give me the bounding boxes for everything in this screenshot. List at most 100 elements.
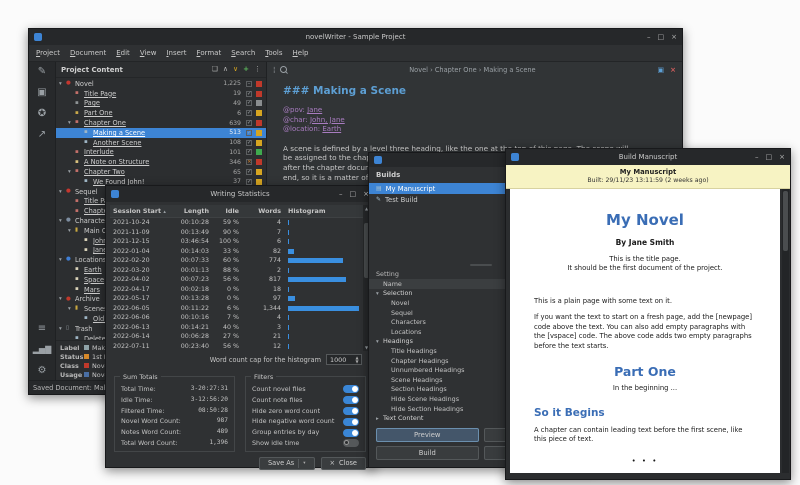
move-down-icon[interactable]: ∨ <box>233 62 238 77</box>
session-row[interactable]: 2022-04-17 00:02:18 0 % 18 <box>110 285 370 295</box>
maximize-icon[interactable]: □ <box>350 186 357 202</box>
twisty-icon[interactable]: ▾ <box>59 81 66 87</box>
tree-row[interactable]: ▾ ● Novel 1,225 <box>56 79 266 89</box>
col-words[interactable]: Words <box>244 207 286 215</box>
build-action-button[interactable]: Build <box>376 446 479 460</box>
session-row[interactable]: 2022-04-02 00:07:23 56 % 817 <box>110 275 370 285</box>
include-checkbox[interactable] <box>246 179 252 185</box>
include-checkbox[interactable] <box>246 130 252 136</box>
filter-toggle[interactable] <box>343 439 359 447</box>
close-button[interactable]: ×Close <box>321 457 367 470</box>
filter-toggle[interactable] <box>343 385 359 393</box>
session-row[interactable]: 2022-06-06 00:10:16 7 % 4 <box>110 313 370 323</box>
twisty-icon[interactable]: ▸ <box>376 416 383 422</box>
col-session-start[interactable]: Session Start ▴ <box>110 207 166 215</box>
scroll-thumb[interactable] <box>783 191 788 251</box>
settings-gear-icon[interactable]: ⚙ <box>38 366 47 376</box>
session-row[interactable]: 2022-03-20 00:01:13 88 % 2 <box>110 266 370 276</box>
tree-row[interactable]: ▪ Title Page 19 <box>56 89 266 99</box>
menu-item[interactable]: Edit <box>111 45 135 61</box>
close-icon[interactable]: × <box>363 186 369 202</box>
menu-item[interactable]: Insert <box>161 45 191 61</box>
twisty-icon[interactable]: ▾ <box>68 306 75 312</box>
include-checkbox[interactable] <box>246 140 252 146</box>
col-idle[interactable]: Idle <box>214 207 244 215</box>
twisty-icon[interactable]: ▾ <box>59 296 66 302</box>
quick-links-icon[interactable]: ❏ <box>212 62 218 77</box>
tree-row[interactable]: ▪ A Note on Structure 346 <box>56 157 266 167</box>
spinner-arrows-icon[interactable]: ▲▼ <box>353 356 361 364</box>
col-length[interactable]: Length <box>166 207 214 215</box>
editor-close-icon[interactable]: × <box>670 66 676 74</box>
filter-toggle[interactable] <box>343 418 359 426</box>
dropdown-arrow-icon[interactable]: ▾ <box>298 459 305 468</box>
tree-row[interactable]: ▪ Part One 6 <box>56 108 266 118</box>
include-checkbox[interactable] <box>246 81 252 87</box>
focus-mode-icon[interactable]: ▣ <box>658 66 665 74</box>
session-row[interactable]: 2022-06-05 00:11:22 6 % 1,344 <box>110 304 370 314</box>
tree-row[interactable]: ▪ Making a Scene 513 <box>56 128 266 138</box>
outline-icon[interactable]: ≡ <box>38 324 46 334</box>
tree-row[interactable]: ▪ Interlude 101 <box>56 148 266 158</box>
kebab-menu-icon[interactable]: ⋮ <box>254 62 261 77</box>
main-titlebar[interactable]: novelWriter - Sample Project – □ × <box>29 29 682 45</box>
save-as-button[interactable]: Save As▾ <box>259 457 315 470</box>
minimize-icon[interactable]: – <box>755 149 759 165</box>
editor-drag-handle[interactable]: ¦ <box>273 66 275 74</box>
maximize-icon[interactable]: □ <box>766 149 773 165</box>
menu-item[interactable]: Help <box>288 45 314 61</box>
tree-row[interactable]: ▪ Page 49 <box>56 99 266 109</box>
splitter-handle[interactable] <box>470 264 492 266</box>
twisty-icon[interactable]: ▾ <box>68 169 75 175</box>
twisty-icon[interactable]: ▾ <box>59 218 66 224</box>
preview-scrollbar[interactable] <box>782 189 789 473</box>
session-row[interactable]: 2022-02-20 00:07:33 60 % 774 <box>110 256 370 266</box>
meta-value-link[interactable]: Earth <box>322 125 341 133</box>
stats-titlebar[interactable]: Writing Statistics – □ × <box>106 186 374 202</box>
meta-value-link[interactable]: John, Jane <box>310 116 345 124</box>
filter-toggle[interactable] <box>343 396 359 404</box>
session-row[interactable]: 2021-11-09 00:13:49 90 % 7 <box>110 228 370 238</box>
col-histogram[interactable]: Histogram <box>286 207 362 215</box>
include-checkbox[interactable] <box>246 100 252 106</box>
twisty-icon[interactable]: ▾ <box>59 189 66 195</box>
novel-view-icon[interactable]: ✪ <box>38 109 46 119</box>
menu-item[interactable]: Project <box>31 45 65 61</box>
session-row[interactable]: 2022-06-13 00:14:21 40 % 3 <box>110 323 370 333</box>
menu-item[interactable]: Tools <box>260 45 287 61</box>
tree-row[interactable]: ▪ Another Scene 108 <box>56 138 266 148</box>
session-row[interactable]: 2022-06-14 00:06:28 27 % 21 <box>110 332 370 342</box>
meta-value-link[interactable]: Jane <box>307 106 322 114</box>
search-icon[interactable] <box>280 66 287 73</box>
twisty-icon[interactable]: ▾ <box>68 120 75 126</box>
add-item-icon[interactable]: + <box>243 62 249 77</box>
build-action-button[interactable]: Preview <box>376 428 479 442</box>
include-checkbox[interactable] <box>246 149 252 155</box>
twisty-icon[interactable]: ▾ <box>68 228 75 234</box>
session-row[interactable]: 2022-05-17 00:13:28 0 % 97 <box>110 294 370 304</box>
minimize-icon[interactable]: – <box>339 186 343 202</box>
include-checkbox[interactable] <box>246 110 252 116</box>
filter-toggle[interactable] <box>343 407 359 415</box>
twisty-icon[interactable]: ▾ <box>59 257 66 263</box>
menu-item[interactable]: Format <box>192 45 227 61</box>
session-row[interactable]: 2021-12-15 03:46:54 100 % 6 <box>110 237 370 247</box>
twisty-icon[interactable]: ▾ <box>376 339 383 345</box>
include-checkbox[interactable] <box>246 159 252 165</box>
session-row[interactable]: 2022-01-04 00:14:03 33 % 82 <box>110 247 370 257</box>
close-icon[interactable]: × <box>779 149 785 165</box>
word-cap-value[interactable]: 1000 <box>327 356 353 364</box>
close-icon[interactable]: × <box>671 29 677 45</box>
word-cap-spinner[interactable]: 1000 ▲▼ <box>326 354 362 365</box>
include-checkbox[interactable] <box>246 169 252 175</box>
include-checkbox[interactable] <box>246 91 252 97</box>
minimize-icon[interactable]: – <box>647 29 651 45</box>
preview-titlebar[interactable]: Build Manuscript – □ × <box>506 149 790 165</box>
table-header[interactable]: Session Start ▴ Length Idle Words Histog… <box>110 205 370 218</box>
menu-item[interactable]: Document <box>65 45 111 61</box>
twisty-icon[interactable]: ▾ <box>59 326 66 332</box>
stats-chart-icon[interactable]: ▂▅▇ <box>33 345 51 355</box>
session-row[interactable]: 2021-10-24 00:10:28 59 % 4 <box>110 218 370 228</box>
edit-icon[interactable]: ✎ <box>38 67 46 77</box>
session-row[interactable]: 2022-07-11 00:23:40 56 % 12 <box>110 342 370 352</box>
